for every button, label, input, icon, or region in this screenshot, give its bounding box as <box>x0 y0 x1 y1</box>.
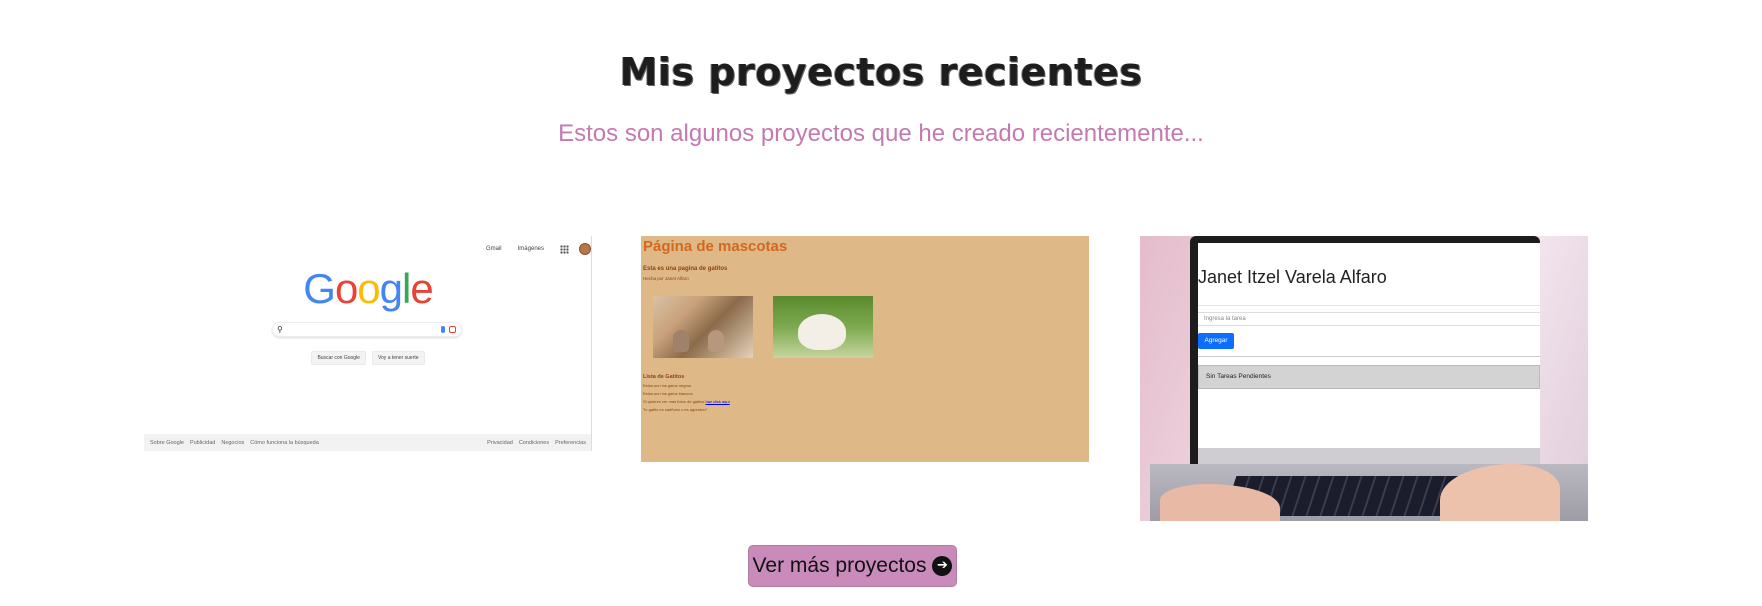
footer-link: Condiciones <box>518 439 550 446</box>
avatar <box>579 243 591 255</box>
kitten-note: Si quieres ver mas fotos de gatitos haz … <box>643 399 730 404</box>
todo-task-input: Ingresa la tarea <box>1198 312 1540 326</box>
pets-page-subtitle: Esta es una pagina de gatitos <box>643 266 728 272</box>
divider <box>1198 356 1540 357</box>
footer-link: Preferencias <box>555 439 586 446</box>
apps-grid-icon <box>560 244 569 254</box>
arrow-right-circle-icon: ➔ <box>932 556 953 576</box>
google-top-bar: Gmail Imágenes <box>486 242 591 256</box>
pets-page-title: Página de mascotas <box>643 238 788 255</box>
more-kittens-link: haz click aquí <box>705 399 730 404</box>
section-title: Mis proyectos recientes <box>619 50 1143 94</box>
project-card-pets[interactable]: Página de mascotas Esta es una pagina de… <box>641 236 1089 462</box>
footer-link: Sobre Google <box>150 439 184 446</box>
more-projects-label: Ver más proyectos <box>752 554 927 577</box>
images-link: Imágenes <box>517 246 544 252</box>
google-logo: Google <box>303 265 433 312</box>
kitten-note: Tu gatito es cariñoso o es agresivo? <box>643 407 708 412</box>
footer-link: Negocios <box>221 439 245 446</box>
search-icon: ⚲ <box>277 325 283 334</box>
kittens-photo <box>653 296 753 358</box>
mic-icon <box>441 326 445 333</box>
white-kitten-photo <box>773 296 873 358</box>
kitten-images <box>653 296 1087 358</box>
more-projects-button[interactable]: Ver más proyectos ➔ <box>748 545 957 587</box>
todo-add-button: Agregar <box>1198 333 1234 349</box>
project-card-todo[interactable]: Janet Itzel Varela Alfaro Ingresa la tar… <box>1140 236 1588 521</box>
lucky-button: Voy a tener suerte <box>371 351 425 365</box>
kitten-note: Estos son los gatos negros <box>643 383 692 388</box>
google-buttons: Buscar con Google Voy a tener suerte <box>144 351 591 365</box>
laptop-screen: Janet Itzel Varela Alfaro Ingresa la tar… <box>1198 243 1540 448</box>
footer-link: Cómo funciona la búsqueda <box>250 439 319 446</box>
footer-link: Privacidad <box>487 439 513 446</box>
divider <box>1198 305 1540 306</box>
google-footer: Sobre Google Publicidad Negocios Cómo fu… <box>144 434 591 451</box>
laptop-bezel <box>1198 448 1540 464</box>
google-search-bar: ⚲ <box>272 322 462 337</box>
todo-pending-status: Sin Tareas Pendientes <box>1198 365 1540 389</box>
camera-icon <box>449 326 456 333</box>
google-search-button: Buscar con Google <box>311 351 366 365</box>
section-subtitle: Estos son algunos proyectos que he cread… <box>558 120 1204 147</box>
todo-owner-name: Janet Itzel Varela Alfaro <box>1198 267 1387 287</box>
kitten-note: Estos son los gatos blancos <box>643 391 693 396</box>
gmail-link: Gmail <box>485 246 502 252</box>
pets-page-byline: Hecha por Janet Alfaro <box>643 276 689 281</box>
project-card-google[interactable]: Gmail Imágenes Google ⚲ Buscar con Googl… <box>144 236 592 451</box>
footer-link: Publicidad <box>189 439 216 446</box>
kitten-list-title: Lista de Gatitos <box>643 374 685 380</box>
